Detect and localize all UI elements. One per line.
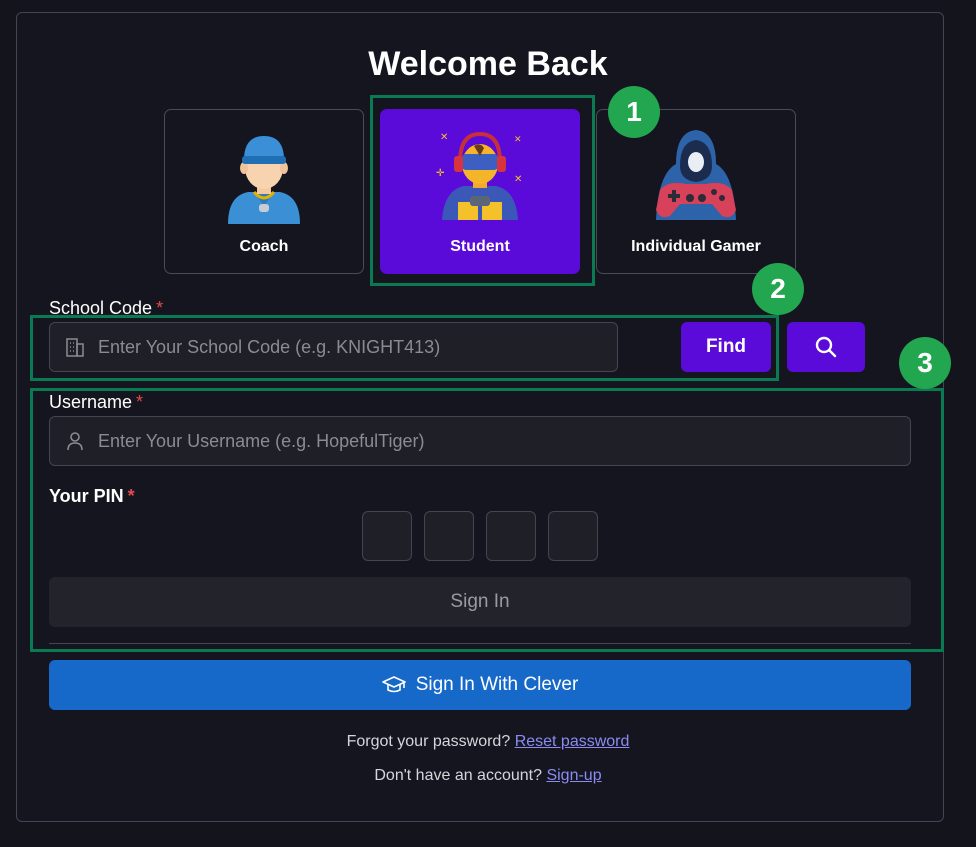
search-icon	[815, 336, 837, 358]
role-card-student[interactable]: ✕ ✕ ✛ ✕ Student	[380, 109, 580, 274]
svg-text:✛: ✛	[436, 168, 445, 179]
username-label: Username *	[49, 392, 144, 412]
required-mark: *	[127, 486, 135, 506]
hooded-gamer-avatar-icon	[656, 130, 736, 220]
clever-sign-in-button[interactable]: Sign In With Clever	[49, 660, 911, 710]
username-field[interactable]	[49, 416, 911, 466]
role-label-coach: Coach	[239, 238, 289, 255]
graduation-cap-icon	[381, 676, 406, 693]
svg-text:✕: ✕	[514, 135, 522, 145]
school-code-input[interactable]	[98, 336, 617, 358]
sign-in-button[interactable]: Sign In	[49, 577, 911, 627]
divider	[49, 643, 911, 644]
search-button[interactable]	[787, 322, 865, 372]
clever-label: Sign In With Clever	[415, 674, 579, 695]
building-icon	[64, 336, 86, 363]
student-gamer-avatar-icon: ✕ ✕ ✛ ✕	[436, 131, 522, 220]
pin-digit-2[interactable]	[424, 511, 474, 561]
user-icon	[64, 430, 86, 457]
username-input[interactable]	[98, 430, 910, 452]
required-mark: *	[156, 298, 164, 318]
pin-digit-4[interactable]	[548, 511, 598, 561]
forgot-password-line: Forgot your password? Reset password	[346, 733, 630, 750]
role-card-coach[interactable]: Coach	[164, 109, 364, 274]
svg-text:✕: ✕	[514, 174, 522, 185]
role-label-individual-gamer: Individual Gamer	[631, 238, 761, 255]
page-title: Welcome Back	[368, 45, 608, 83]
find-button[interactable]: Find	[681, 322, 771, 372]
required-mark: *	[136, 392, 144, 412]
step-badge-1: 1	[608, 86, 660, 138]
svg-text:✕: ✕	[440, 132, 448, 143]
pin-digit-1[interactable]	[362, 511, 412, 561]
school-code-label: School Code *	[49, 298, 164, 318]
reset-password-link[interactable]: Reset password	[515, 733, 630, 750]
pin-label: Your PIN *	[49, 486, 135, 506]
step-badge-3: 3	[899, 337, 951, 389]
school-code-field[interactable]	[49, 322, 618, 372]
sign-up-link[interactable]: Sign-up	[546, 767, 601, 784]
pin-digit-3[interactable]	[486, 511, 536, 561]
role-label-student: Student	[450, 238, 510, 255]
signup-line: Don't have an account? Sign-up	[374, 767, 602, 784]
step-badge-2: 2	[752, 263, 804, 315]
coach-avatar-icon	[228, 136, 300, 224]
